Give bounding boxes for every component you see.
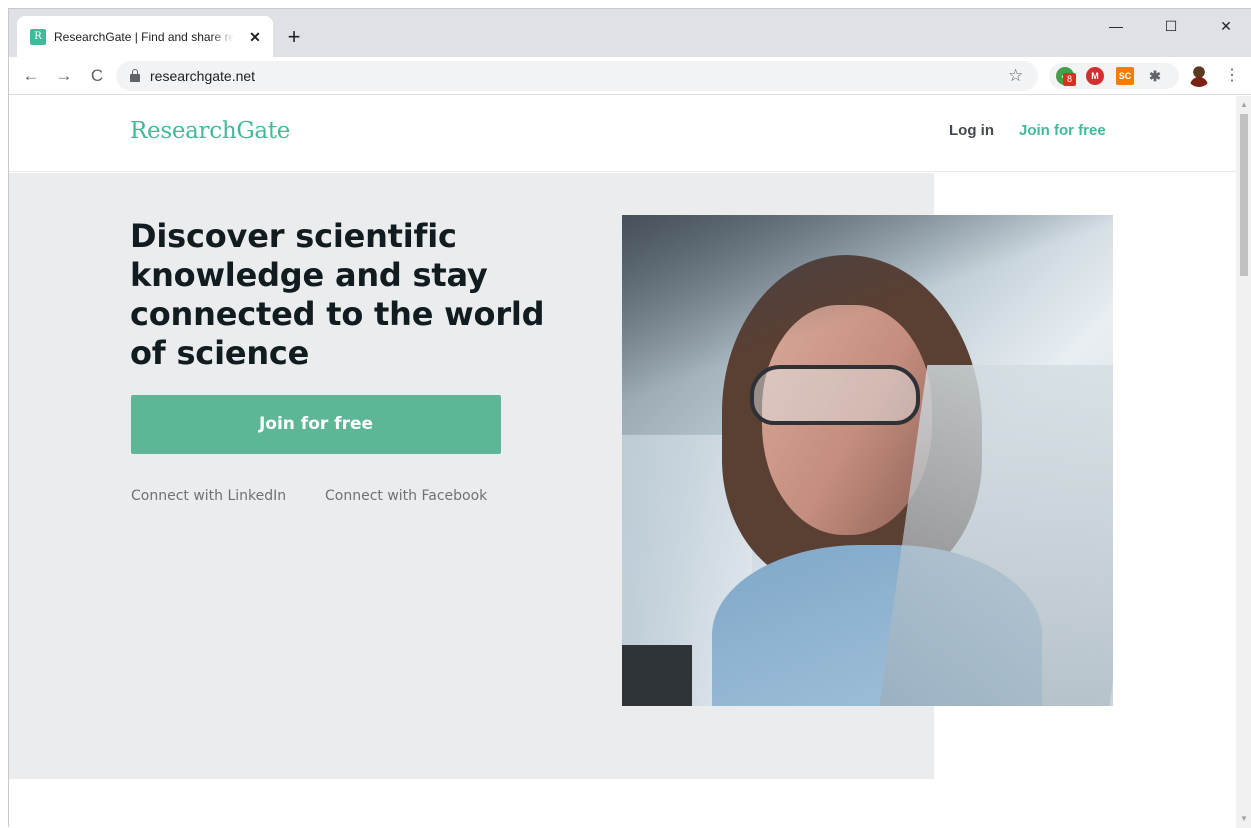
reload-button[interactable]: C <box>83 62 111 90</box>
maximize-button[interactable]: ☐ <box>1148 9 1194 43</box>
join-for-free-button[interactable]: Join for free <box>131 395 501 454</box>
page-viewport: ResearchGate Log in Join for free Discov… <box>9 96 1236 828</box>
lock-icon[interactable] <box>130 69 140 83</box>
browser-window: R ResearchGate | Find and share research… <box>8 8 1251 828</box>
hero-headline: Discover scientific knowledge and stay c… <box>130 217 545 372</box>
login-link[interactable]: Log in <box>949 122 994 139</box>
scroll-up-arrow-icon[interactable]: ▲ <box>1236 98 1251 112</box>
hero-image-scientist <box>622 215 1113 706</box>
new-tab-button[interactable]: + <box>281 24 307 50</box>
browser-menu-icon[interactable]: ⋮ <box>1222 62 1242 90</box>
tab-researchgate[interactable]: R ResearchGate | Find and share research… <box>17 16 273 57</box>
url-text[interactable]: researchgate.net <box>150 68 255 84</box>
back-button[interactable]: ← <box>17 62 45 90</box>
m-extension-icon[interactable]: M <box>1086 67 1104 85</box>
minimize-button[interactable]: — <box>1093 9 1139 43</box>
sc-extension-icon[interactable]: SC <box>1116 67 1134 85</box>
address-bar[interactable]: researchgate.net ☆ <box>116 61 1038 91</box>
connect-facebook-link[interactable]: Connect with Facebook <box>325 488 487 504</box>
extension-badge: 8 <box>1063 73 1076 86</box>
tab-strip: R ResearchGate | Find and share research… <box>9 9 1251 57</box>
scroll-down-arrow-icon[interactable]: ▼ <box>1236 812 1251 826</box>
close-window-button[interactable]: ✕ <box>1203 9 1249 43</box>
scrollbar-thumb[interactable] <box>1240 114 1248 276</box>
puzzle-extensions-icon[interactable]: ✱ <box>1146 67 1164 85</box>
researchgate-logo[interactable]: ResearchGate <box>130 118 290 144</box>
extensions-area: ✔ 8 M SC ✱ <box>1049 63 1179 89</box>
tab-title: ResearchGate | Find and share research <box>54 29 234 45</box>
connect-linkedin-link[interactable]: Connect with LinkedIn <box>131 488 286 504</box>
join-for-free-link[interactable]: Join for free <box>1019 122 1106 139</box>
researchgate-favicon-icon: R <box>30 29 46 45</box>
forward-button[interactable]: → <box>50 62 78 90</box>
browser-toolbar: ← → C researchgate.net ☆ ✔ 8 M SC ✱ ⋮ <box>9 57 1251 95</box>
close-tab-icon[interactable]: ✕ <box>246 28 264 46</box>
site-header: ResearchGate Log in Join for free <box>9 96 1236 172</box>
vertical-scrollbar[interactable]: ▲ ▼ <box>1236 96 1251 828</box>
profile-avatar[interactable] <box>1187 63 1211 87</box>
bookmark-star-icon[interactable]: ☆ <box>1008 66 1023 86</box>
